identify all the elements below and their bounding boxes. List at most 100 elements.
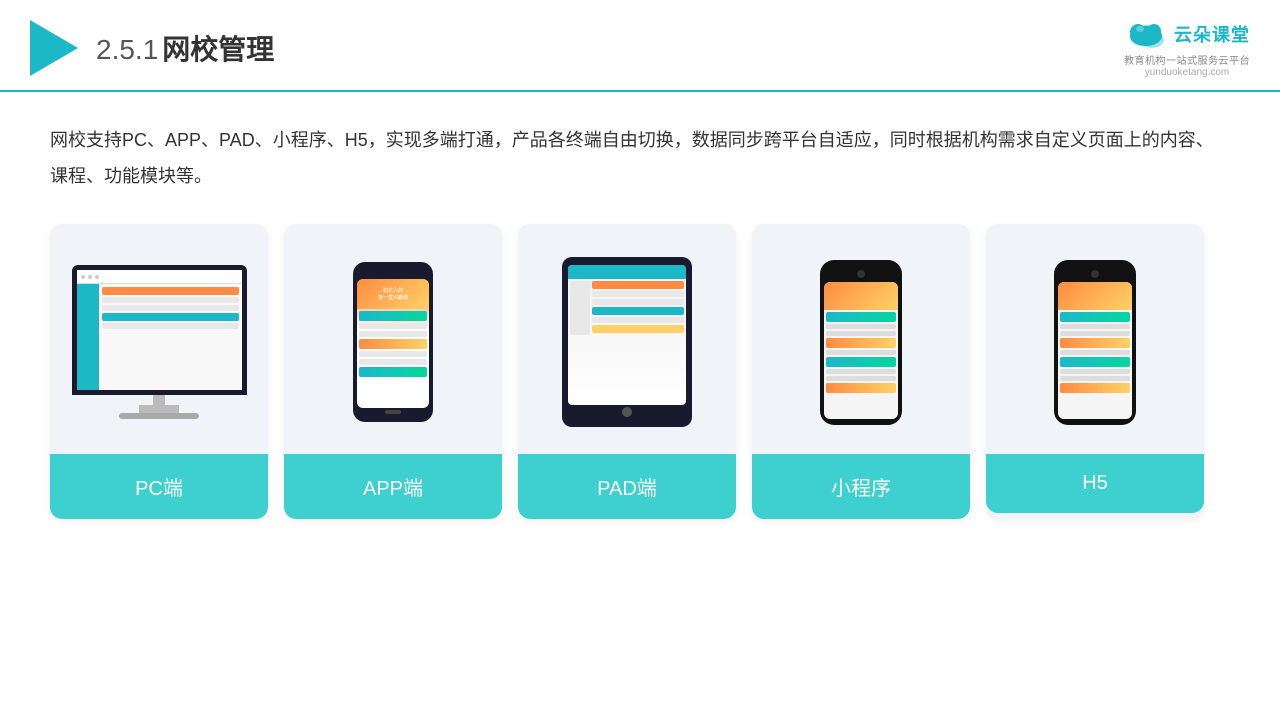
card-h5-image [986, 224, 1204, 454]
phone-screen-text: 职达人的第一堂兴趣课 [376, 285, 410, 303]
t-row4 [592, 307, 684, 315]
app-phone-mockup: 职达人的第一堂兴趣课 [353, 262, 433, 422]
cloud-logo: 云朵课堂 [1124, 18, 1250, 50]
card-pc-label: PC端 [50, 454, 268, 519]
card-app: 职达人的第一堂兴趣课 A [284, 224, 502, 519]
h5-row8 [1060, 376, 1130, 381]
header: 2.5.1网校管理 云朵课堂 教育机构一站式服务云平台 yunduoketang… [0, 0, 1280, 92]
phone-row4 [359, 339, 427, 349]
pc-neck [153, 395, 165, 405]
card-miniprogram: 小程序 [752, 224, 970, 519]
pc-row5 [102, 323, 239, 329]
wx-row7 [826, 369, 896, 374]
wx-row1 [826, 312, 896, 322]
tablet-body [568, 279, 686, 337]
phone-row6 [359, 359, 427, 365]
header-left: 2.5.1网校管理 [30, 20, 274, 76]
h5-camera [1091, 270, 1099, 278]
wechat-top [824, 282, 898, 310]
pc-base [119, 413, 199, 419]
tablet-topbar [568, 265, 686, 279]
cards-container: PC端 职达人的第一堂兴趣课 [50, 224, 1230, 519]
tablet-right [592, 281, 684, 335]
pc-row1 [102, 287, 239, 295]
phone-row3 [359, 331, 427, 337]
pc-dot1 [81, 275, 85, 279]
phone-row1 [359, 311, 427, 321]
header-right: 云朵课堂 教育机构一站式服务云平台 yunduoketang.com [1124, 18, 1250, 78]
wx-row3 [826, 331, 896, 336]
tablet-left [570, 281, 590, 335]
description-text: 网校支持PC、APP、PAD、小程序、H5，实现多端打通，产品各终端自由切换，数… [50, 122, 1230, 194]
wechat-phone-mockup [820, 260, 902, 425]
t-row5 [592, 317, 684, 323]
h5-row5 [1060, 350, 1130, 355]
wechat-body [824, 310, 898, 397]
logo-sub: 教育机构一站式服务云平台 [1124, 52, 1250, 67]
wechat-camera [857, 270, 865, 278]
phone-row5 [359, 351, 427, 357]
t-row2 [592, 291, 684, 297]
t-row1 [592, 281, 684, 289]
wx-row5 [826, 350, 896, 355]
pc-sidebar [77, 284, 99, 390]
card-pad: PAD端 [518, 224, 736, 519]
card-h5: H5 [986, 224, 1204, 519]
wx-row2 [826, 324, 896, 329]
tablet-home-btn [622, 407, 632, 417]
pc-body [77, 284, 242, 390]
tablet-screen [568, 265, 686, 405]
tablet-mockup [562, 257, 692, 427]
phone-row2 [359, 323, 427, 329]
wx-row6 [826, 357, 896, 367]
card-miniprogram-image [752, 224, 970, 454]
phone-screen: 职达人的第一堂兴趣课 [357, 279, 429, 408]
card-pad-image [518, 224, 736, 454]
card-app-label: APP端 [284, 454, 502, 519]
h5-body [1058, 310, 1132, 397]
phone-row7 [359, 367, 427, 377]
h5-row2 [1060, 324, 1130, 329]
page-title-text: 网校管理 [162, 34, 274, 65]
pc-row3 [102, 305, 239, 311]
wx-row8 [826, 376, 896, 381]
t-row6 [592, 325, 684, 333]
card-pad-label: PAD端 [518, 454, 736, 519]
main-content: 网校支持PC、APP、PAD、小程序、H5，实现多端打通，产品各终端自由切换，数… [0, 92, 1280, 539]
card-h5-label: H5 [986, 454, 1204, 513]
pc-content [99, 284, 242, 390]
h5-row3 [1060, 331, 1130, 336]
card-pc: PC端 [50, 224, 268, 519]
wx-row9 [826, 383, 896, 393]
wechat-screen [824, 282, 898, 419]
h5-screen [1058, 282, 1132, 419]
pc-screen-outer [72, 265, 247, 395]
page-title: 2.5.1网校管理 [96, 28, 274, 68]
card-app-image: 职达人的第一堂兴趣课 [284, 224, 502, 454]
phone-notch [383, 270, 403, 276]
h5-row4 [1060, 338, 1130, 348]
phone-screen-body [357, 309, 429, 381]
phone-top: 职达人的第一堂兴趣课 [357, 279, 429, 309]
card-miniprogram-label: 小程序 [752, 454, 970, 519]
pc-stand [139, 405, 179, 413]
pc-dot3 [95, 275, 99, 279]
page-title-number: 2.5.1 [96, 34, 158, 65]
pc-dot2 [88, 275, 92, 279]
wx-row4 [826, 338, 896, 348]
cloud-logo-icon [1124, 18, 1168, 50]
card-pc-image [50, 224, 268, 454]
h5-top [1058, 282, 1132, 310]
pc-mockup [64, 265, 254, 419]
pc-row4 [102, 313, 239, 321]
logo-url: yunduoketang.com [1145, 67, 1230, 78]
play-icon [30, 20, 78, 76]
phone-home-btn [385, 410, 401, 414]
h5-row7 [1060, 369, 1130, 374]
logo-text: 云朵课堂 [1174, 21, 1250, 47]
pc-row2 [102, 297, 239, 303]
h5-row9 [1060, 383, 1130, 393]
h5-row6 [1060, 357, 1130, 367]
t-row3 [592, 299, 684, 305]
pc-topbar [77, 270, 242, 284]
